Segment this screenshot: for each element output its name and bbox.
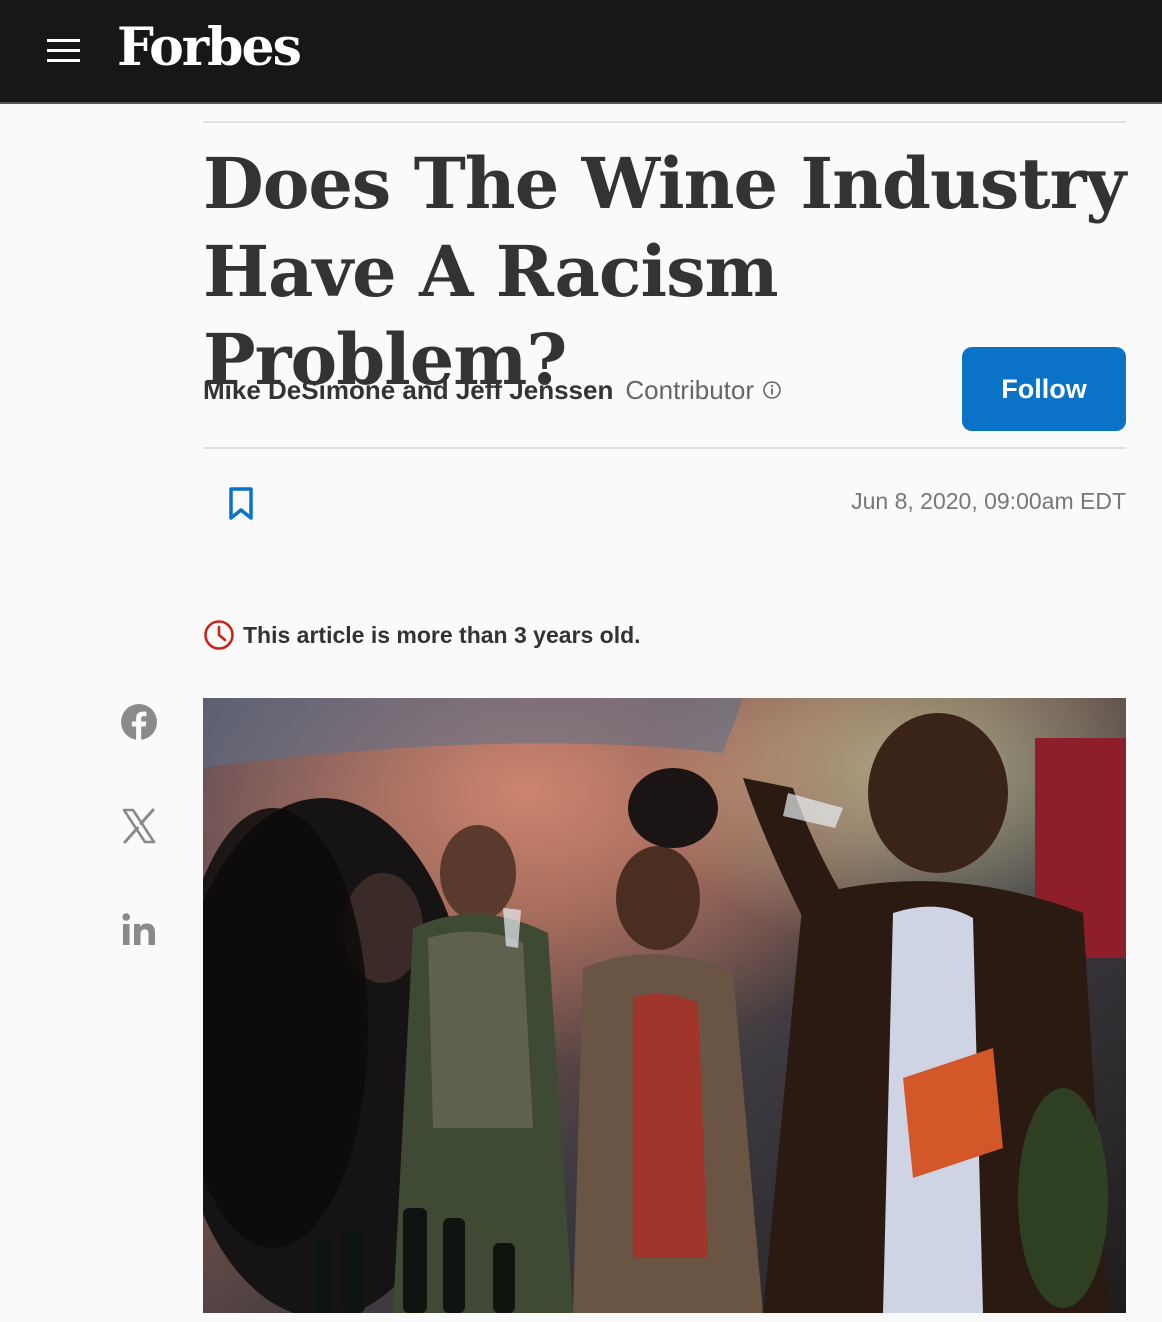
wine-tasting-photo (203, 698, 1126, 1313)
hamburger-menu-icon[interactable] (47, 37, 81, 63)
bookmark-icon[interactable] (228, 487, 254, 521)
x-icon[interactable] (119, 806, 159, 846)
publish-date: Jun 8, 2020, 09:00am EDT (851, 488, 1126, 514)
linkedin-icon[interactable] (119, 910, 159, 950)
forbes-logo[interactable]: Forbes (117, 18, 302, 78)
facebook-icon[interactable] (119, 702, 159, 742)
byline: Mike DeSimone and Jeff Jenssen Contribut… (203, 370, 782, 410)
follow-button[interactable]: Follow (962, 347, 1126, 431)
author-role: Contributor (625, 374, 754, 405)
article-age-notice: This article is more than 3 years old. (203, 618, 641, 652)
top-navigation-bar: Forbes (0, 0, 1162, 104)
clock-icon (204, 620, 234, 650)
hero-image (203, 698, 1126, 1313)
divider (203, 121, 1126, 123)
info-icon[interactable] (762, 380, 782, 400)
divider (203, 447, 1126, 449)
author-name[interactable]: Mike DeSimone and Jeff Jenssen (203, 375, 613, 406)
age-notice-text: This article is more than 3 years old. (243, 621, 641, 648)
